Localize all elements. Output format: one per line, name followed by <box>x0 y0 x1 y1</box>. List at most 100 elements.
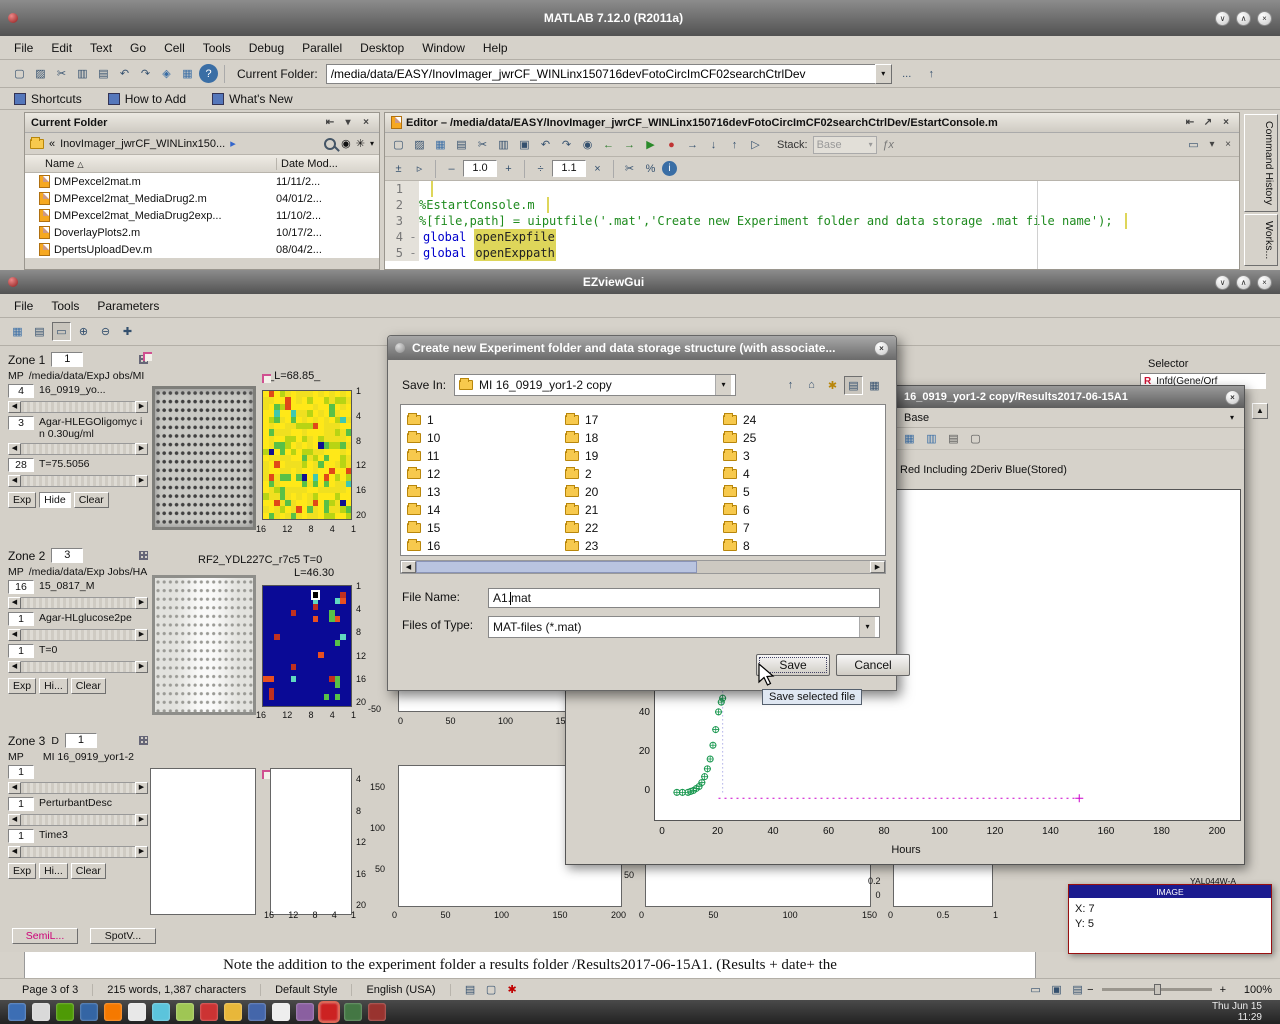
maximize-button[interactable]: ∧ <box>1236 275 1251 290</box>
zone3-slider-3[interactable]: ◀▶ <box>8 846 148 858</box>
docked-tab[interactable]: Command History <box>1244 114 1278 212</box>
file-row[interactable]: DMPexcel2mat.m 11/11/2... <box>25 173 379 190</box>
app-icon-8[interactable] <box>176 1003 194 1021</box>
breadcrumb-next-icon[interactable]: ▸ <box>230 137 236 150</box>
app-icon-14[interactable] <box>320 1003 338 1021</box>
new-folder-icon[interactable]: ✱ <box>823 376 842 395</box>
menu-item[interactable]: Tools <box>51 299 79 313</box>
zone1-clear-button[interactable]: Clear <box>74 492 109 508</box>
grid-icon[interactable] <box>139 736 148 745</box>
redo-icon[interactable]: ↷ <box>557 135 576 154</box>
zone2-count-field[interactable]: 3 <box>51 548 83 563</box>
scroll-left-icon[interactable]: ◀ <box>401 561 416 573</box>
file-row[interactable]: DoverlayPlots2.m 10/17/2... <box>25 224 379 241</box>
save-in-combo[interactable]: MI 16_0919_yor1-2 copy ▾ <box>454 374 736 396</box>
back-icon[interactable]: ← <box>599 135 618 154</box>
undo-icon[interactable]: ↶ <box>115 64 134 83</box>
slider-right-icon[interactable]: ▶ <box>135 401 148 413</box>
zone2-hide-button[interactable]: Hi... <box>39 678 68 694</box>
zone2-slider-2[interactable]: ◀▶ <box>8 629 148 641</box>
step-icon[interactable]: → <box>683 135 702 154</box>
search-icon[interactable] <box>324 138 336 150</box>
slider-right-icon[interactable]: ▶ <box>135 629 148 641</box>
folder-item[interactable]: 14 <box>407 503 563 517</box>
zoom-in-icon[interactable]: ⊕ <box>74 322 93 341</box>
folder-item[interactable]: 18 <box>565 431 721 445</box>
dialog-titlebar[interactable]: Create new Experiment folder and data st… <box>388 336 896 360</box>
multi-page-icon[interactable]: ▣ <box>1047 980 1066 999</box>
folder-breadcrumb[interactable]: « InovImager_jwrCF_WINLinx150... ▸ ◉ ✳ ▾ <box>25 133 379 155</box>
browse-folder-button[interactable]: ... <box>894 64 920 83</box>
up-folder-icon[interactable]: ↑ <box>781 376 800 395</box>
close-icon[interactable]: × <box>359 117 373 128</box>
paste-icon[interactable]: ▤ <box>94 64 113 83</box>
zoom-out-icon[interactable]: ⊖ <box>96 322 115 341</box>
zone3-clear-button[interactable]: Clear <box>71 863 106 879</box>
scrollbar-thumb[interactable] <box>416 561 697 573</box>
slider-left-icon[interactable]: ◀ <box>8 629 21 641</box>
paste-icon[interactable]: ▣ <box>515 135 534 154</box>
folder-item[interactable]: 22 <box>565 521 721 535</box>
zone1-hide-button[interactable]: Hide <box>39 492 71 508</box>
gear-icon[interactable]: ✳ <box>356 137 365 150</box>
layout-icon[interactable]: ▢ <box>966 429 985 448</box>
ezview-titlebar[interactable]: EZviewGui ∨ ∧ × <box>0 270 1280 294</box>
undo-icon[interactable]: ↶ <box>536 135 555 154</box>
single-page-icon[interactable]: ▭ <box>1026 980 1045 999</box>
zoom-percent[interactable]: 100% <box>1226 984 1272 996</box>
zone1-slider-3[interactable]: ◀▶ <box>8 475 148 487</box>
folder-item[interactable]: 21 <box>565 503 721 517</box>
slider-left-icon[interactable]: ◀ <box>8 814 21 826</box>
folder-item[interactable]: 17 <box>565 413 721 427</box>
column-date[interactable]: Date Mod... <box>277 158 379 170</box>
image-tool-window[interactable]: IMAGE X: 7 Y: 5 <box>1068 884 1272 954</box>
publish-icon[interactable]: ± <box>389 159 408 178</box>
close-button[interactable]: × <box>1225 390 1240 405</box>
slider-left-icon[interactable]: ◀ <box>8 661 21 673</box>
editor-menu-down-icon[interactable]: ▾ <box>1205 139 1219 150</box>
zone1-count-field[interactable]: 1 <box>51 352 83 367</box>
folder-item[interactable]: 1 <box>407 413 563 427</box>
app-icon-15[interactable] <box>344 1003 362 1021</box>
slider-left-icon[interactable]: ◀ <box>8 782 21 794</box>
save-icon[interactable]: ▦ <box>431 135 450 154</box>
slider-right-icon[interactable]: ▶ <box>135 846 148 858</box>
zone2-slider-1[interactable]: ◀▶ <box>8 597 148 609</box>
folder-item[interactable]: 10 <box>407 431 563 445</box>
zone3-count-field[interactable]: 1 <box>65 733 97 748</box>
dock-icon[interactable]: ⇤ <box>323 117 337 128</box>
fx-icon[interactable]: ƒx <box>879 135 898 154</box>
percent-icon[interactable]: % <box>641 159 660 178</box>
menu-item[interactable]: File <box>14 41 33 55</box>
combo-down-icon[interactable]: ▾ <box>1230 413 1244 422</box>
menu-item[interactable]: Help <box>483 41 508 55</box>
menu-item[interactable]: Text <box>90 41 112 55</box>
app-icon-3[interactable] <box>56 1003 74 1021</box>
zone2-field-2[interactable]: 1 <box>8 612 34 626</box>
zone3-slider-1[interactable]: ◀▶ <box>8 782 148 794</box>
divide-button[interactable]: ÷ <box>531 159 550 178</box>
zone3-hide-button[interactable]: Hi... <box>39 863 68 879</box>
zone1-field-2[interactable]: 3 <box>8 416 34 430</box>
zone1-field-1[interactable]: 4 <box>8 384 34 398</box>
folder-item[interactable]: 4 <box>723 467 879 481</box>
breakpoint-icon[interactable]: ● <box>662 135 681 154</box>
find-icon[interactable]: ◉ <box>578 135 597 154</box>
menu-item[interactable]: Edit <box>51 41 72 55</box>
cut-icon[interactable]: ✂ <box>473 135 492 154</box>
zone1-slider-2[interactable]: ◀▶ <box>8 443 148 455</box>
file-name-input[interactable]: A1.mat <box>488 588 880 608</box>
maximize-button[interactable]: ∧ <box>1236 11 1251 26</box>
zone2-exp-button[interactable]: Exp <box>8 678 36 694</box>
select-plot-icon[interactable]: ▭ <box>52 322 71 341</box>
folder-item[interactable]: 25 <box>723 431 879 445</box>
comment-icon[interactable]: ✂ <box>620 159 639 178</box>
column-name[interactable]: Name △ <box>25 158 277 170</box>
shade-button[interactable]: ∨ <box>1215 275 1230 290</box>
app-icon-9[interactable] <box>200 1003 218 1021</box>
app-icon-10[interactable] <box>224 1003 242 1021</box>
folder-item[interactable]: 7 <box>723 521 879 535</box>
window-menu-icon[interactable] <box>8 13 18 23</box>
view-details-icon[interactable]: ▦ <box>865 376 884 395</box>
table-icon[interactable]: ▦ <box>900 429 919 448</box>
